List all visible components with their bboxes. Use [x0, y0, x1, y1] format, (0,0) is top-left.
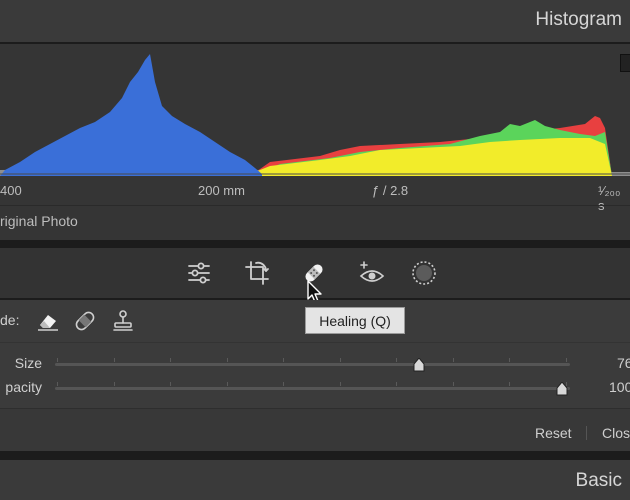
- histogram-title[interactable]: Histogram: [535, 9, 622, 31]
- heal-icon[interactable]: [72, 309, 98, 333]
- size-value[interactable]: 76: [617, 355, 630, 371]
- histogram-focal-length: 200 mm: [198, 183, 245, 198]
- slider-tick: [113, 382, 115, 386]
- size-label: Size: [14, 355, 42, 371]
- slider-tick: [170, 382, 171, 386]
- slider-tick: [509, 358, 510, 362]
- slider-tick: [339, 358, 341, 362]
- histogram-divider: [0, 205, 630, 206]
- original-photo-label: riginal Photo: [0, 213, 78, 229]
- slider-tick: [226, 358, 228, 362]
- slider-tick: [452, 358, 454, 362]
- content-aware-remove-icon[interactable]: [35, 309, 61, 333]
- masking-icon[interactable]: [409, 258, 439, 288]
- mode-label: de:: [0, 312, 20, 328]
- clone-stamp-icon[interactable]: [110, 309, 136, 333]
- healing-tooltip: Healing (Q): [305, 307, 405, 334]
- opacity-slider-track[interactable]: [55, 387, 570, 390]
- slider-tick: [57, 382, 58, 386]
- red-eye-icon[interactable]: [357, 258, 387, 288]
- slider-tick: [452, 382, 454, 386]
- slider-tick: [113, 358, 115, 362]
- slider-tick: [339, 382, 341, 386]
- histogram-shutter-speed: ¹⁄₂₀₀ s: [598, 183, 621, 213]
- histogram-iso: 400: [0, 183, 22, 198]
- basic-panel-header[interactable]: [0, 460, 630, 500]
- slider-tick: [283, 358, 284, 362]
- slider-tick: [170, 358, 171, 362]
- close-button[interactable]: Clos: [602, 425, 630, 441]
- slider-tick: [396, 382, 397, 386]
- slider-tick: [509, 382, 510, 386]
- crop-icon[interactable]: [242, 258, 272, 288]
- opacity-label: pacity: [5, 379, 42, 395]
- footer-separator: [586, 426, 587, 440]
- histogram-graph: [0, 54, 630, 176]
- histogram-aperture: ƒ / 2.8: [372, 183, 409, 198]
- reset-button[interactable]: Reset: [535, 425, 572, 441]
- slider-tick: [565, 358, 567, 362]
- highlight-clipping-indicator[interactable]: [620, 54, 630, 72]
- panel-divider: [0, 342, 630, 343]
- slider-tick: [57, 358, 58, 362]
- size-slider-track[interactable]: [55, 363, 570, 366]
- size-slider-thumb[interactable]: [413, 358, 425, 372]
- slider-tick: [565, 382, 567, 386]
- slider-tick: [283, 382, 284, 386]
- slider-tick: [226, 382, 228, 386]
- basic-title[interactable]: Basic: [576, 470, 622, 492]
- opacity-value[interactable]: 100: [609, 379, 630, 395]
- slider-tick: [396, 358, 397, 362]
- edit-sliders-icon[interactable]: [184, 258, 214, 288]
- histogram-blue-channel: [0, 54, 262, 176]
